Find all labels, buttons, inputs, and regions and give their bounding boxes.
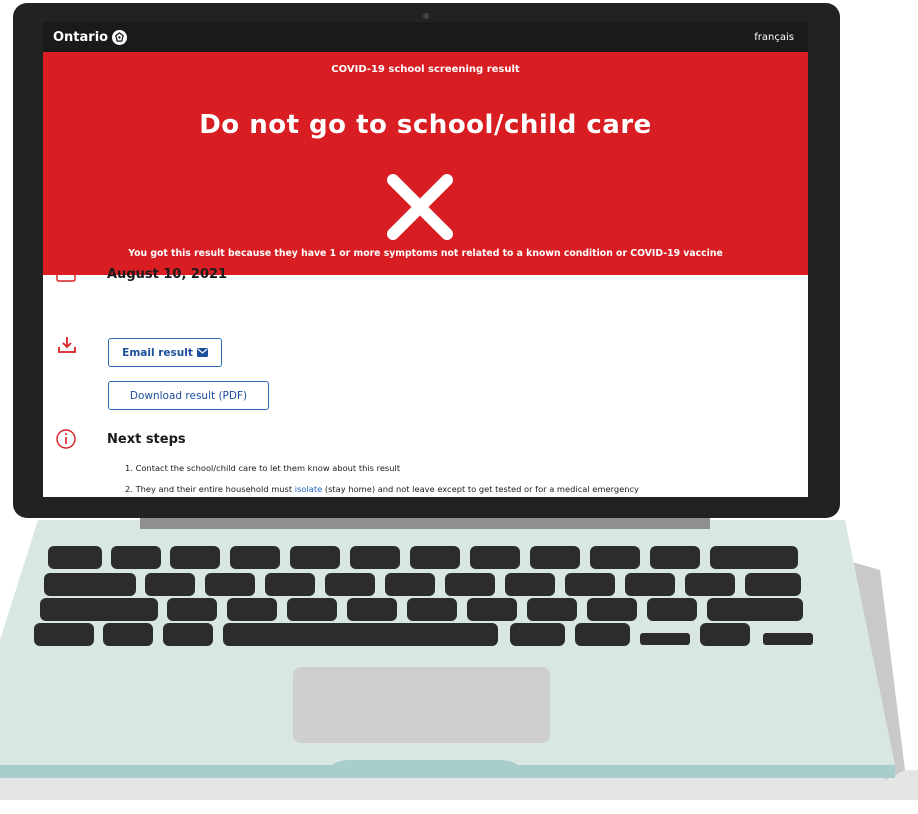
top-bar: Ontario français <box>43 22 808 52</box>
mail-icon <box>196 348 208 357</box>
calendar-icon <box>56 264 76 282</box>
language-toggle-link[interactable]: français <box>754 32 794 43</box>
email-button-label: Email result <box>122 346 193 359</box>
isolate-link[interactable]: isolate <box>295 484 322 494</box>
download-button-label: Download result (PDF) <box>129 389 248 402</box>
browser-screen: Ontario français COVID-19 school screeni… <box>43 22 808 497</box>
brand-name: Ontario <box>53 29 109 45</box>
step-text-before: They and their entire household must <box>135 484 295 494</box>
result-reason: You got this result because they have 1 … <box>128 248 723 259</box>
step-text-after: (stay home) and not leave except to get … <box>322 484 639 494</box>
result-banner: COVID-19 school screening result Do not … <box>43 52 808 275</box>
next-step-item: 1. Contact the school/child care to let … <box>125 463 400 473</box>
step-text: Contact the school/child care to let the… <box>135 463 401 473</box>
next-steps-heading: Next steps <box>107 432 186 447</box>
x-mark-icon <box>387 174 453 240</box>
info-icon <box>56 429 76 449</box>
download-pdf-button[interactable]: Download result (PDF) <box>108 381 269 410</box>
result-headline: Do not go to school/child care <box>199 110 652 140</box>
email-result-button[interactable]: Email result <box>108 338 222 367</box>
laptop-illustration: Ontario français COVID-19 school screeni… <box>0 0 918 814</box>
next-step-item: 2. They and their entire household must … <box>125 484 639 494</box>
step-number: 1. <box>125 463 133 473</box>
step-number: 2. <box>125 484 133 494</box>
trillium-icon <box>112 29 128 45</box>
result-date: August 10, 2021 <box>107 267 228 282</box>
trackpad <box>293 667 550 743</box>
ontario-logo[interactable]: Ontario <box>53 29 128 45</box>
download-icon <box>58 337 76 353</box>
banner-subtitle: COVID-19 school screening result <box>331 64 520 75</box>
